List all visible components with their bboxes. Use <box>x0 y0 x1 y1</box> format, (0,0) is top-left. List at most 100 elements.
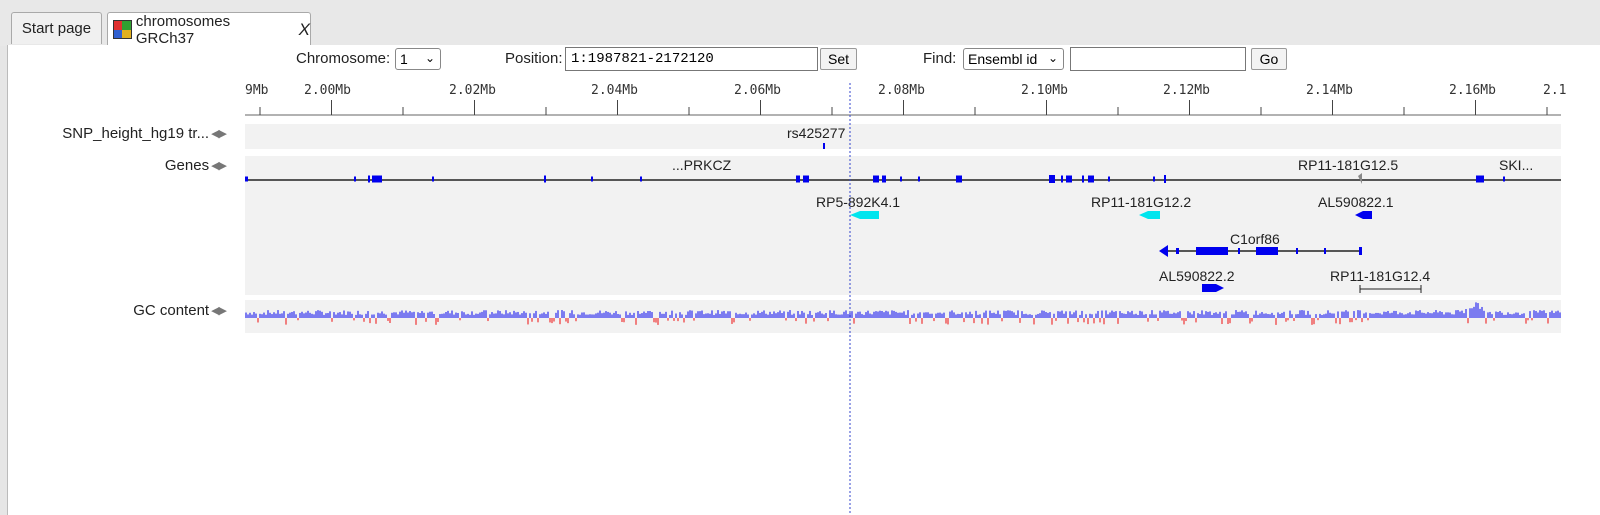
gc-bar-high <box>1023 314 1025 318</box>
gc-bar-high <box>1511 314 1513 318</box>
gene-label[interactable]: AL590822.2 <box>1159 268 1235 284</box>
gc-bar-high <box>757 310 759 318</box>
gc-bar-low <box>623 318 625 323</box>
gc-bar-high <box>301 311 303 318</box>
gc-bar-high <box>737 314 739 318</box>
gc-bar-low <box>567 318 569 324</box>
tab-start-page[interactable]: Start page <box>11 12 102 44</box>
gc-bar-high <box>1359 310 1361 318</box>
gc-bar-low <box>459 318 461 321</box>
gc-bar-low <box>987 318 989 325</box>
genome-track-canvas[interactable]: 9Mb 2.00Mb 2.02Mb 2.04Mb 2.06Mb 2.08Mb 2… <box>8 45 1600 515</box>
gc-bar-high <box>695 313 697 318</box>
gene-label[interactable]: ...PRKCZ <box>672 157 732 173</box>
gc-bar-low <box>1093 318 1095 324</box>
gc-bar-high <box>1407 313 1409 318</box>
gc-bar-high <box>861 314 863 318</box>
c1orf86-exon[interactable] <box>1256 247 1278 255</box>
c1orf86-exon[interactable] <box>1176 248 1179 254</box>
gc-bar-high <box>901 312 903 318</box>
gc-bar-high <box>1079 314 1081 318</box>
gc-bar-high <box>1013 312 1015 318</box>
gc-bar-high <box>439 314 441 318</box>
gc-bar-high <box>251 314 253 318</box>
gc-bar-high <box>343 310 345 318</box>
gc-bar-high <box>381 311 383 318</box>
gc-bar-high <box>445 312 447 318</box>
gc-bar-high <box>975 310 977 318</box>
gc-bar-low <box>805 318 807 324</box>
gc-bar-high <box>571 310 573 318</box>
c1orf86-exon[interactable] <box>1296 248 1298 254</box>
gc-bar-high <box>345 314 347 318</box>
gc-bar-high <box>1113 311 1115 318</box>
chromosome-view-icon <box>113 20 132 39</box>
gc-bar-high <box>1015 314 1017 318</box>
gc-bar-low <box>1195 318 1197 323</box>
exon-mark <box>368 175 370 183</box>
gene-label[interactable]: SKI... <box>1499 157 1533 173</box>
gc-bar-high <box>629 312 631 318</box>
gc-bar-high <box>699 311 701 318</box>
exon-mark <box>591 176 593 182</box>
gc-bar-high <box>1341 311 1343 318</box>
gc-bar-high <box>519 314 521 318</box>
gc-bar-high <box>591 314 593 318</box>
c1orf86-exon[interactable] <box>1196 247 1228 255</box>
gc-bar-high <box>275 313 277 318</box>
gc-bar-high <box>1365 312 1367 318</box>
gc-bar-high <box>743 314 745 318</box>
tab-chromosomes[interactable]: chromosomes GRCh37 X <box>107 12 311 47</box>
gc-bar-high <box>1499 311 1501 318</box>
gc-bar-high <box>1277 312 1279 318</box>
gene-label[interactable]: AL590822.1 <box>1318 194 1394 210</box>
gc-bar-high <box>555 312 557 318</box>
exon-mark <box>1066 175 1072 183</box>
gene-label[interactable]: RP5-892K4.1 <box>816 194 900 210</box>
gc-bar-high <box>989 310 991 318</box>
gc-bar-high <box>1265 313 1267 318</box>
gc-bar-high <box>1373 313 1375 318</box>
gc-bar-high <box>463 312 465 318</box>
c1orf86-exon[interactable] <box>1359 247 1362 255</box>
gc-bar-high <box>379 313 381 318</box>
genes-track: ...PRKCZ RP11-181G12.5 SKI... RP5-892K4.… <box>245 156 1561 295</box>
gc-bar-low <box>285 318 287 325</box>
gc-bar-high <box>741 314 743 318</box>
gc-bar-high <box>777 312 779 318</box>
gc-bar-high <box>991 313 993 318</box>
gene-label[interactable]: RP11-181G12.5 <box>1298 157 1398 173</box>
gc-bar-low <box>1527 318 1529 321</box>
gene-label[interactable]: RP11-181G12.4 <box>1330 268 1430 284</box>
c1orf86-exon[interactable] <box>1324 248 1326 254</box>
ruler-ticks <box>259 100 1548 115</box>
gc-bar-high <box>465 314 467 318</box>
exon-mark <box>432 176 434 182</box>
gc-bar-high <box>401 310 403 318</box>
gc-bar-high <box>609 312 611 318</box>
gc-bar-high <box>1105 310 1107 318</box>
gc-bar-high <box>1391 312 1393 318</box>
gc-bar-low <box>973 318 975 324</box>
gc-bar-high <box>1369 313 1371 318</box>
gene-label[interactable]: RP11-181G12.2 <box>1091 194 1191 210</box>
gc-bar-high <box>457 312 459 318</box>
snp-marker[interactable] <box>823 143 825 149</box>
close-tab-icon[interactable]: X <box>299 20 310 40</box>
gc-bar-high <box>707 313 709 318</box>
gc-bar-high <box>967 314 969 318</box>
gc-bar-high <box>911 314 913 318</box>
gc-bar-low <box>947 318 949 325</box>
gc-bar-high <box>1477 303 1479 318</box>
gc-bar-high <box>697 311 699 318</box>
gene-label[interactable]: C1orf86 <box>1230 231 1280 247</box>
gc-bar-high <box>1321 314 1323 318</box>
c1orf86-exon[interactable] <box>1238 248 1240 254</box>
gc-bar-high <box>721 311 723 318</box>
gc-bar-high <box>1297 314 1299 318</box>
gc-bar-high <box>833 310 835 318</box>
exon-mark <box>1049 175 1055 183</box>
ruler-label: 2.14Mb <box>1306 83 1353 98</box>
gc-bar-low <box>1185 318 1187 322</box>
gc-bar-high <box>561 310 563 318</box>
